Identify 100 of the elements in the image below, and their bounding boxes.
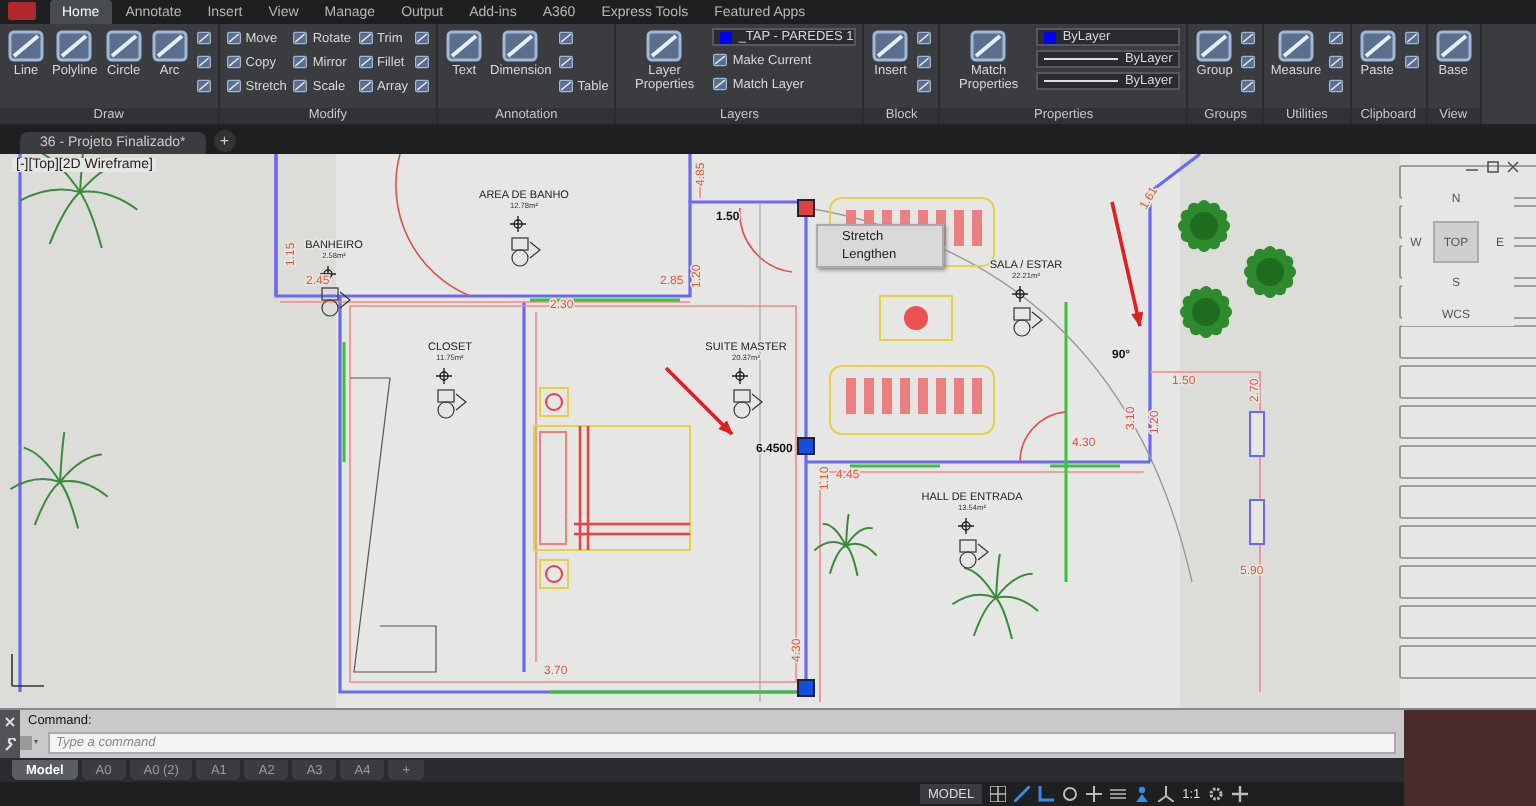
ucs-icon [11,653,45,687]
grip[interactable] [797,437,815,455]
tool-icon [357,54,374,70]
person-icon[interactable] [1134,786,1151,802]
gear-icon[interactable] [1208,786,1225,802]
tool-icon [1327,78,1344,94]
level-marker-icon [435,367,453,385]
tool-icon [500,28,541,64]
room-symbol-icon [733,389,763,419]
hot-grip[interactable] [797,199,815,217]
tool-button[interactable] [414,28,431,48]
tool-icon [357,78,374,94]
tool-icon [870,28,911,64]
video-placeholder [1404,710,1536,806]
tool-icon [225,54,242,70]
snap-icon[interactable] [1014,786,1031,802]
nightstand-drawing [539,387,569,417]
tool-icon [1194,28,1235,64]
wrench-icon[interactable] [3,738,17,753]
close-icon[interactable] [4,715,16,728]
tool-button[interactable] [195,52,212,72]
plus-icon[interactable] [1232,786,1249,802]
tool-button[interactable] [916,76,933,96]
palm-drawing [951,553,1040,640]
shrub-drawing [1244,246,1296,298]
tool-icon [557,30,574,46]
tool-icon [414,30,431,46]
level-marker-icon [957,517,975,535]
command-prompt-icon[interactable] [20,736,40,750]
pointer-arrow [1110,201,1143,327]
level-marker-icon [509,215,527,233]
tool-icon [1240,78,1257,94]
viewcube-top-face[interactable] [1433,221,1479,263]
level-marker-icon [731,367,749,385]
tool-icon [712,76,729,92]
tool-icon [103,28,144,64]
tool-button[interactable] [916,28,933,48]
tool-button[interactable] [1240,76,1257,96]
tool-icon [54,28,95,64]
tool-icon [1433,28,1474,64]
room-symbol-icon [437,389,467,419]
room-symbol-icon [321,287,351,317]
osnap-icon[interactable] [1086,786,1103,802]
tool-button[interactable] [1240,52,1257,72]
grid-icon[interactable] [990,786,1007,802]
tool-icon [195,54,212,70]
tool-icon [712,52,729,68]
tool-icon [195,78,212,94]
tool-icon [6,28,46,64]
tool-button[interactable] [414,76,431,96]
tool-icon [1403,54,1420,70]
tool-icon [195,30,212,46]
tool-icon [357,30,374,46]
room-symbol-icon [959,539,989,569]
shrub-drawing [1180,286,1232,338]
shrub-drawing [1178,200,1230,252]
ortho-icon[interactable] [1038,786,1055,802]
tool-icon [225,78,242,94]
tool-icon [916,54,933,70]
polar-icon[interactable] [1062,786,1079,802]
tool-icon [1403,30,1420,46]
tool-icon [644,28,685,64]
tool-button[interactable] [195,28,212,48]
tool-icon [1327,54,1344,70]
tool-button[interactable] [1327,52,1344,72]
new-tab-button[interactable]: + [213,130,236,152]
room-symbol-icon [511,237,541,267]
tool-icon [1357,28,1398,64]
tool-icon [414,78,431,94]
grip[interactable] [797,679,815,697]
tool-icon [1327,30,1344,46]
tool-icon [1240,54,1257,70]
tool-icon [149,28,190,64]
tool-button[interactable] [1327,76,1344,96]
tool-icon [968,28,1009,64]
room-symbol-icon [1013,307,1043,337]
tool-icon [916,78,933,94]
nightstand-drawing [539,559,569,589]
tool-icon [1240,30,1257,46]
rug-drawing [879,295,953,341]
tool-icon [557,54,574,70]
tool-button[interactable] [1240,28,1257,48]
axes-icon[interactable] [1158,786,1175,802]
tool-button[interactable] [414,52,431,72]
tool-button[interactable] [1327,28,1344,48]
pointer-arrow [664,366,734,436]
tool-icon [292,54,309,70]
window-symbol [1249,411,1265,457]
tool-icon [444,28,485,64]
tool-button[interactable] [1403,52,1420,72]
tool-icon [292,78,309,94]
palm-drawing [813,513,878,577]
viewport-controls-icon[interactable] [1465,161,1519,173]
tool-button[interactable] [1403,28,1420,48]
tool-icon [225,30,242,46]
tool-icon [1275,28,1316,64]
tool-button[interactable] [195,76,212,96]
tool-icon [414,54,431,70]
tool-button[interactable] [916,52,933,72]
lineweight-icon[interactable] [1110,786,1127,802]
